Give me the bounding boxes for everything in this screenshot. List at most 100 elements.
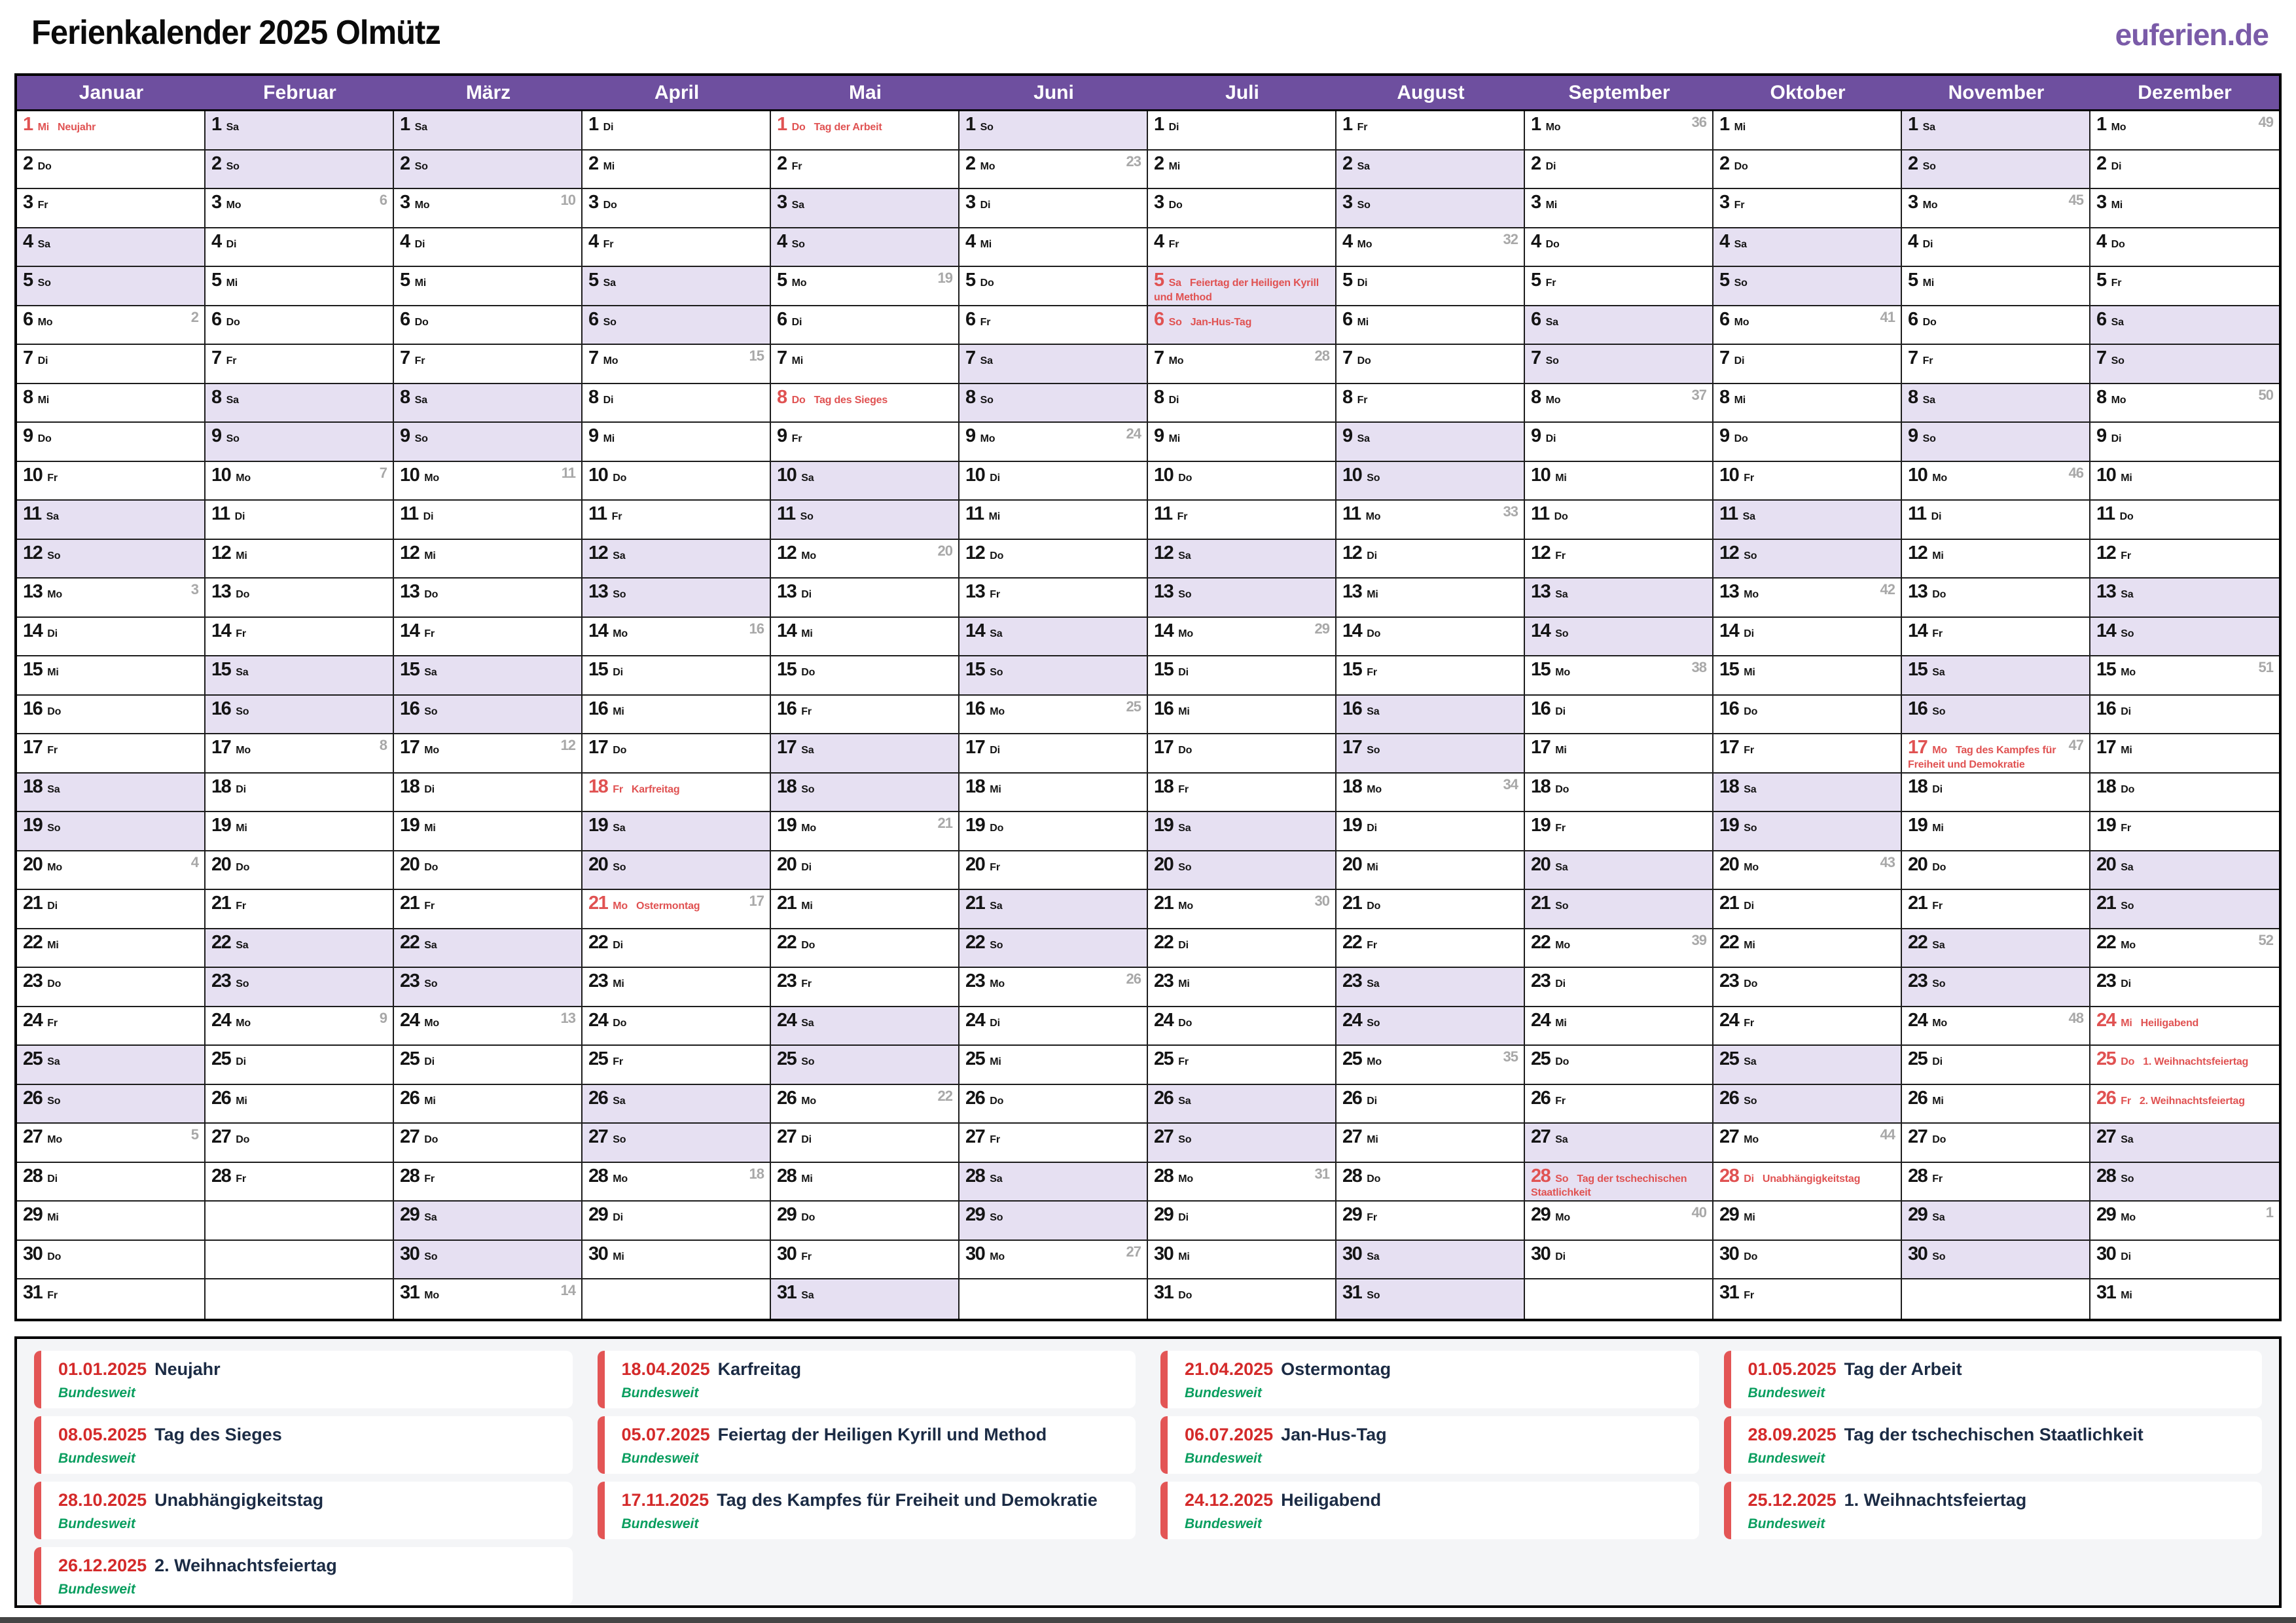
legend-item-name: Karfreitag [718, 1359, 802, 1379]
weekday-label: Mo [1178, 628, 1193, 639]
day-cell: 9So [1902, 423, 2090, 462]
weekday-label: Mo [1366, 511, 1381, 522]
weekday-label: Sa [226, 122, 239, 133]
day-number: 1 [23, 114, 33, 135]
day-number: 15 [1154, 659, 1173, 680]
day-number: 16 [23, 698, 42, 719]
day-cell: 21Fr [206, 890, 394, 929]
day-cell: 8Fr [1336, 384, 1525, 423]
weekday-label: Sa [603, 277, 616, 289]
weekday-label: Di [1744, 628, 1754, 639]
weekday-label: Mi [613, 1251, 624, 1262]
day-number: 24 [777, 1010, 796, 1031]
holiday-label: Tag der tschechischen Staatlichkeit [1531, 1173, 1687, 1199]
day-number: 28 [588, 1166, 607, 1186]
day-number: 21 [1908, 893, 1927, 914]
weekday-label: Do [236, 589, 249, 600]
day-cell: 4Sa [17, 228, 206, 268]
day-cell: 25Mi [960, 1046, 1148, 1085]
day-cell: 13Do [1902, 579, 2090, 618]
day-number: 26 [965, 1088, 984, 1109]
week-number-label: 43 [1880, 854, 1895, 871]
weekday-label: Mi [424, 823, 435, 834]
day-cell: 1Sa [206, 111, 394, 151]
day-cell: 14Sa [960, 618, 1148, 657]
legend-item-date: 24.12.2025 [1185, 1490, 1273, 1510]
day-number: 1 [400, 114, 410, 135]
weekday-label: So [236, 706, 249, 717]
day-cell: 13Sa [2090, 579, 2279, 618]
weekday-label: Mi [1744, 1212, 1755, 1223]
weekday-label: Sa [2121, 862, 2133, 873]
day-cell: 25Di [206, 1046, 394, 1085]
day-number: 13 [400, 581, 419, 602]
day-number: 21 [400, 893, 419, 914]
weekday-label: Fr [47, 1290, 58, 1301]
day-cell: 10Fr [17, 462, 206, 501]
week-number-label: 41 [1880, 309, 1895, 326]
day-number: 9 [588, 425, 598, 446]
day-cell: 28So [2090, 1163, 2279, 1202]
day-cell: 6SoJan-Hus-Tag [1148, 306, 1336, 346]
weekday-label: Fr [1357, 395, 1368, 406]
day-cell: 23Do [1713, 968, 1902, 1007]
day-number: 24 [1531, 1010, 1550, 1031]
legend-item-line: 18.04.2025Karfreitag [622, 1359, 1123, 1380]
weekday-label: Sa [1367, 1251, 1379, 1262]
day-number: 10 [965, 465, 984, 486]
day-cell: 13 Do [394, 579, 583, 618]
day-cell: 27Di [771, 1124, 960, 1163]
day-cell: 2Sa [1336, 151, 1525, 190]
weekday-label: Fr [2111, 277, 2122, 289]
day-cell: 14Fr [1902, 618, 2090, 657]
day-cell: 249Mo [960, 423, 1148, 462]
day-cell: 2So [394, 151, 583, 190]
day-number: 28 [1719, 1166, 1738, 1186]
day-number: 29 [1342, 1204, 1361, 1225]
day-number: 20 [588, 854, 607, 875]
weekday-label: So [980, 122, 994, 133]
weekday-label: Mi [980, 239, 992, 250]
legend-item-name: Jan-Hus-Tag [1281, 1425, 1387, 1444]
day-number: 13 [1154, 581, 1173, 602]
weekday-label: Fr [603, 239, 614, 250]
week-number-label: 25 [1126, 698, 1141, 715]
weekday-label: Do [424, 589, 438, 600]
day-cell: 1324Mo [394, 1007, 583, 1046]
weekday-label: Di [2121, 978, 2131, 990]
site-logo[interactable]: euferien.de [2115, 20, 2269, 50]
day-cell: 12Sa [1148, 540, 1336, 579]
legend-item: 01.01.2025NeujahrBundesweit [34, 1351, 573, 1408]
day-number: 4 [1531, 231, 1541, 252]
legend-item-name: Unabhängigkeitstag [154, 1490, 323, 1510]
day-number: 20 [400, 854, 419, 875]
weekday-label: Do [1178, 1018, 1192, 1029]
day-number: 25 [1154, 1048, 1173, 1069]
holiday-label: Jan-Hus-Tag [1191, 317, 1252, 328]
week-number-label: 5 [191, 1126, 198, 1143]
day-cell: 16Sa [1336, 696, 1525, 735]
day-cell: 2012Mo [771, 540, 960, 579]
day-cell: 11Do [2090, 501, 2279, 540]
weekday-label: Mo [424, 745, 439, 756]
weekday-label: Fr [990, 862, 1000, 873]
day-number: 9 [23, 425, 33, 446]
weekday-label: Di [424, 1056, 435, 1067]
weekday-label: Mi [1734, 395, 1746, 406]
weekday-label: So [1923, 433, 1936, 444]
day-number: 8 [777, 387, 787, 408]
day-number: 8 [1719, 387, 1729, 408]
day-cell: 11Sa [1713, 501, 1902, 540]
weekday-label: Do [1169, 200, 1183, 211]
holiday-label: Heiligabend [2141, 1018, 2198, 1029]
weekday-label: So [226, 433, 240, 444]
day-cell: 24Fr [1713, 1007, 1902, 1046]
weekday-label: Fr [1555, 550, 1566, 562]
weekday-label: Mi [801, 1173, 812, 1185]
day-cell: 25Do [1525, 1046, 1713, 1085]
weekday-label: Mi [2121, 1290, 2132, 1301]
day-number: 13 [1719, 581, 1738, 602]
day-cell: 12Do [960, 540, 1148, 579]
day-number: 8 [1908, 387, 1918, 408]
weekday-label: Do [47, 978, 61, 990]
